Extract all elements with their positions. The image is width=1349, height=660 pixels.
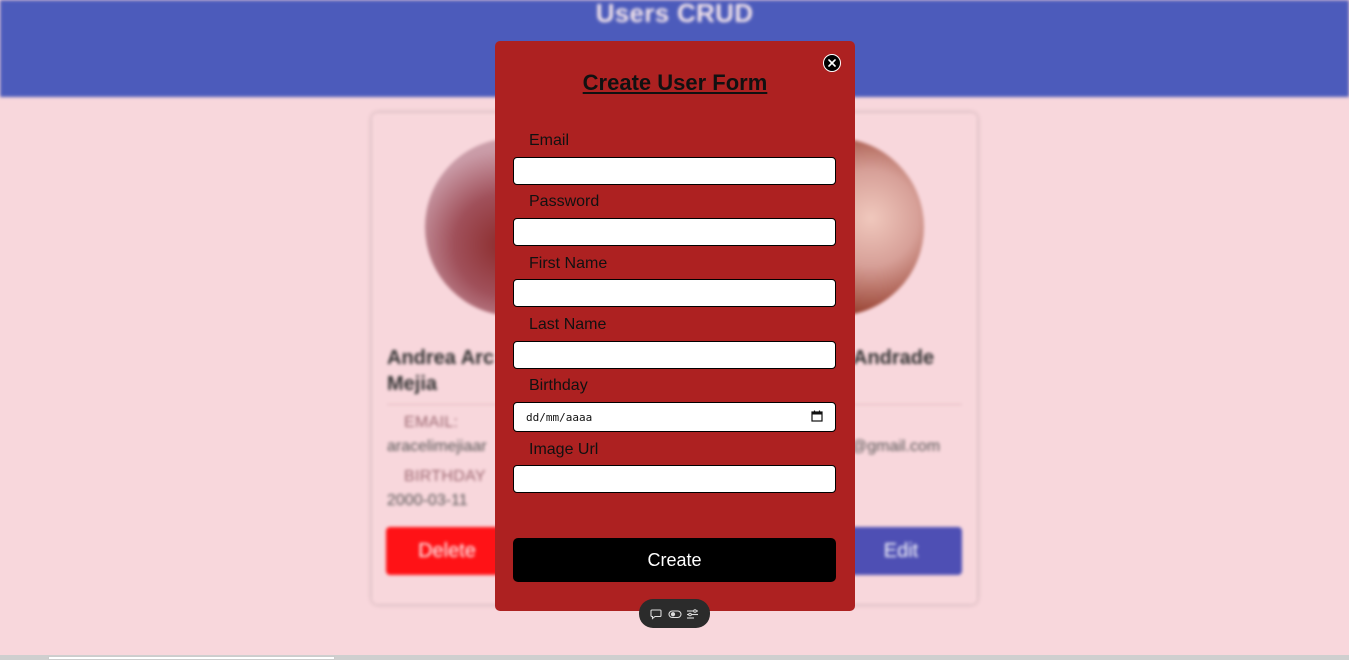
password-field[interactable] xyxy=(513,218,836,246)
password-field-label: Password xyxy=(529,193,600,210)
comment-icon[interactable] xyxy=(649,607,663,621)
first-name-field[interactable] xyxy=(513,279,836,307)
settings-icon[interactable] xyxy=(686,607,700,621)
birthday-date-field[interactable]: dd/mm/aaaa xyxy=(513,402,836,432)
calendar-icon[interactable] xyxy=(811,410,823,425)
image-url-field-label: Image Url xyxy=(529,441,599,458)
create-button[interactable]: Create xyxy=(513,538,836,582)
app-title: Users CRUD xyxy=(595,0,754,28)
last-name-field[interactable] xyxy=(513,341,836,369)
user-name-line: Andrea Arc Mejia xyxy=(387,347,495,395)
first-name-field-label: First Name xyxy=(529,255,608,272)
edit-button[interactable]: Edit xyxy=(840,527,962,575)
birthday-value: 2000-03-11 xyxy=(387,492,468,509)
date-placeholder: dd/mm/aaaa xyxy=(526,410,593,424)
user-name-right: Andrade xyxy=(853,347,935,369)
delete-button[interactable]: Delete xyxy=(386,527,508,575)
email-value-right: @gmail.com xyxy=(851,438,941,455)
email-field[interactable] xyxy=(513,157,836,185)
image-url-field[interactable] xyxy=(513,465,836,493)
email-field-label: Email xyxy=(529,132,570,149)
bottom-input-field[interactable] xyxy=(48,656,335,660)
form-title: Create User Form xyxy=(582,70,768,95)
toggle-icon[interactable] xyxy=(667,607,682,621)
birthday-field-label: Birthday xyxy=(529,377,588,394)
floating-toolbar xyxy=(639,599,710,628)
birthday-label: BIRTHDAY xyxy=(404,468,486,485)
email-value-left: aracelimejiaar xyxy=(387,438,487,455)
email-label: EMAIL: xyxy=(404,414,459,431)
last-name-field-label: Last Name xyxy=(529,316,607,333)
